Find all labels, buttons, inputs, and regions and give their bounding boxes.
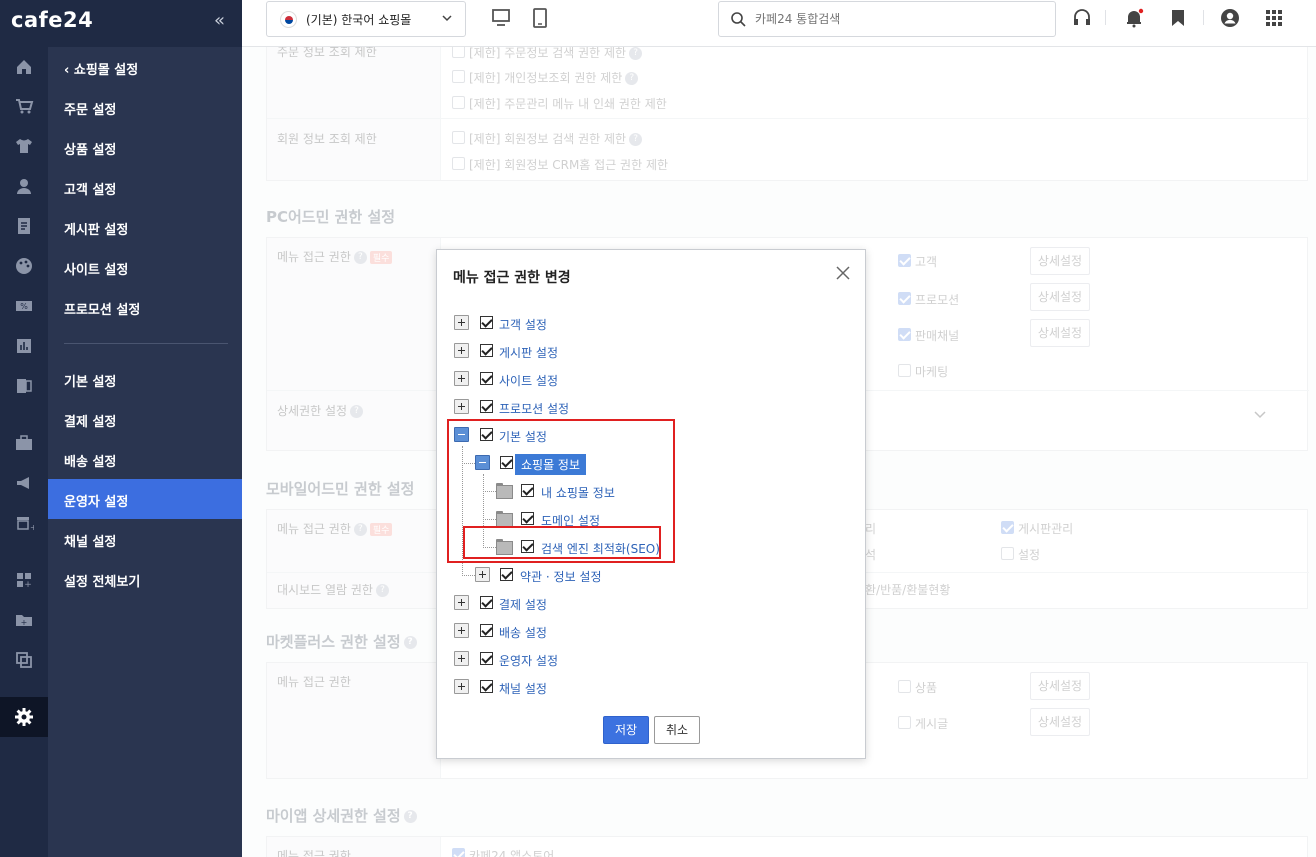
close-icon[interactable] <box>835 265 851 281</box>
cancel-button[interactable]: 취소 <box>654 716 700 744</box>
app-grid-icon[interactable] <box>1264 8 1284 28</box>
tree-checkbox[interactable] <box>480 372 493 385</box>
tree-node-terms[interactable]: 약관 · 정보 설정 <box>475 565 835 585</box>
tree-node-customer[interactable]: 고객 설정 <box>454 313 834 333</box>
expand-icon[interactable] <box>475 567 490 582</box>
cart-icon[interactable] <box>14 96 34 116</box>
tree-checkbox[interactable] <box>480 680 493 693</box>
bookmark-icon[interactable] <box>1168 8 1188 28</box>
sidebar-item-basic[interactable]: 기본 설정 <box>64 371 116 390</box>
settings-sidebar: ‹ 쇼핑몰 설정 주문 설정 상품 설정 고객 설정 게시판 설정 사이트 설정… <box>48 47 242 857</box>
shop-select-label: (기본) 한국어 쇼핑몰 <box>306 13 412 27</box>
sidebar-item-operator[interactable]: 운영자 설정 <box>64 491 128 510</box>
shop-select[interactable]: (기본) 한국어 쇼핑몰 <box>266 1 466 37</box>
expand-icon[interactable] <box>454 595 469 610</box>
tree-node-shipping[interactable]: 배송 설정 <box>454 621 834 641</box>
sidebar-divider <box>64 343 228 344</box>
search-icon <box>731 12 746 27</box>
highlight-box-seo <box>463 526 661 559</box>
store-add-icon[interactable]: + <box>14 513 34 533</box>
top-header: cafe24 « (기본) 한국어 쇼핑몰 <box>0 0 1316 47</box>
bell-icon[interactable] <box>1124 8 1144 28</box>
tree-node-payment[interactable]: 결제 설정 <box>454 593 834 613</box>
collapse-sidebar-icon[interactable]: « <box>214 10 225 31</box>
tree-label[interactable]: 약관 · 정보 설정 <box>520 568 602 585</box>
svg-text:+: + <box>30 523 34 532</box>
chevron-down-icon <box>442 15 452 22</box>
tree-node-board[interactable]: 게시판 설정 <box>454 341 834 361</box>
svg-text:%: % <box>20 302 28 311</box>
apps-add-icon[interactable]: + <box>14 570 34 590</box>
sidebar-back-label: 쇼핑몰 설정 <box>73 63 139 78</box>
logo-area: cafe24 « <box>0 0 242 47</box>
tree-label[interactable]: 채널 설정 <box>499 680 547 697</box>
expand-icon[interactable] <box>454 371 469 386</box>
home-icon[interactable] <box>14 57 34 77</box>
desktop-icon[interactable] <box>490 7 512 29</box>
tshirt-icon[interactable] <box>14 136 34 156</box>
expand-icon[interactable] <box>454 651 469 666</box>
tree-label[interactable]: 배송 설정 <box>499 624 547 641</box>
expand-icon[interactable] <box>454 315 469 330</box>
sidebar-item-board[interactable]: 게시판 설정 <box>64 219 128 238</box>
mobile-icon[interactable] <box>529 7 551 29</box>
megaphone-icon[interactable] <box>14 473 34 493</box>
search-input[interactable] <box>755 10 1035 28</box>
icon-rail: % + + + <box>0 47 48 857</box>
cafe24-logo[interactable]: cafe24 <box>11 8 93 32</box>
tree-checkbox[interactable] <box>480 344 493 357</box>
sidebar-back-link[interactable]: ‹ 쇼핑몰 설정 <box>64 59 138 78</box>
stats-icon[interactable] <box>14 336 34 356</box>
tree-checkbox[interactable] <box>480 624 493 637</box>
global-search[interactable] <box>718 1 1056 37</box>
tree-checkbox[interactable] <box>480 652 493 665</box>
tree-node-operator[interactable]: 운영자 설정 <box>454 649 834 669</box>
folder-add-icon[interactable]: + <box>14 610 34 630</box>
tree-label[interactable]: 고객 설정 <box>499 316 547 333</box>
tree-label[interactable]: 결제 설정 <box>499 596 547 613</box>
expand-icon[interactable] <box>454 399 469 414</box>
tree-label[interactable]: 프로모션 설정 <box>499 400 569 417</box>
sidebar-item-customer[interactable]: 고객 설정 <box>64 179 116 198</box>
sidebar-item-site[interactable]: 사이트 설정 <box>64 259 128 278</box>
excel-icon[interactable] <box>14 376 34 396</box>
tree-checkbox[interactable] <box>480 400 493 413</box>
tree-label[interactable]: 게시판 설정 <box>499 344 558 361</box>
tree-label[interactable]: 사이트 설정 <box>499 372 558 389</box>
expand-icon[interactable] <box>454 679 469 694</box>
board-icon[interactable] <box>14 216 34 236</box>
svg-text:+: + <box>21 618 28 627</box>
sidebar-item-promotion[interactable]: 프로모션 설정 <box>64 299 140 318</box>
tree-node-promotion[interactable]: 프로모션 설정 <box>454 397 834 417</box>
tree-node-channel[interactable]: 채널 설정 <box>454 677 834 697</box>
palette-icon[interactable] <box>14 256 34 276</box>
sidebar-item-all-settings[interactable]: 설정 전체보기 <box>64 571 140 590</box>
save-button[interactable]: 저장 <box>603 716 649 744</box>
sidebar-item-product[interactable]: 상품 설정 <box>64 139 116 158</box>
sidebar-item-shipping[interactable]: 배송 설정 <box>64 451 116 470</box>
menu-access-modal: 메뉴 접근 권한 변경 고객 설정 게시판 설정 사이트 설정 프로모션 설정 … <box>436 249 866 759</box>
person-icon[interactable] <box>14 176 34 196</box>
user-account-icon[interactable] <box>1220 8 1240 28</box>
coupon-icon[interactable]: % <box>14 296 34 316</box>
briefcase-icon[interactable] <box>14 433 34 453</box>
gear-icon[interactable] <box>14 707 34 727</box>
tree-checkbox[interactable] <box>480 316 493 329</box>
tree-checkbox[interactable] <box>500 568 513 581</box>
tree-label[interactable]: 운영자 설정 <box>499 652 558 669</box>
sidebar-item-payment[interactable]: 결제 설정 <box>64 411 116 430</box>
modal-title: 메뉴 접근 권한 변경 <box>453 270 571 286</box>
expand-icon[interactable] <box>454 623 469 638</box>
headset-icon[interactable] <box>1072 8 1092 28</box>
tree-node-site[interactable]: 사이트 설정 <box>454 369 834 389</box>
svg-text:+: + <box>24 580 32 590</box>
copy-icon[interactable] <box>14 650 34 670</box>
tree-checkbox[interactable] <box>480 596 493 609</box>
expand-icon[interactable] <box>454 343 469 358</box>
korea-flag-icon <box>280 11 297 28</box>
sidebar-item-channel[interactable]: 채널 설정 <box>64 531 116 550</box>
sidebar-item-order[interactable]: 주문 설정 <box>64 99 116 118</box>
